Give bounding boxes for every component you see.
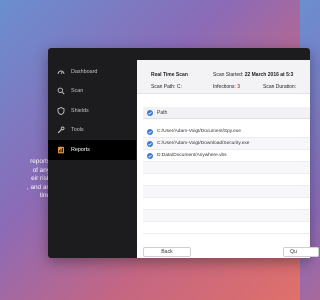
infections-count: 3 [237, 84, 240, 90]
infected-files-table: Path C:/User/Adam-Voigt/Document/Spy.exe… [143, 107, 310, 234]
wrench-icon [57, 126, 65, 134]
sidebar-item-label: Shields [71, 107, 89, 114]
table-row-empty [143, 186, 310, 198]
quarantine-button[interactable]: Qu [283, 247, 319, 257]
table-row-empty [143, 222, 310, 234]
table-row-empty [143, 210, 310, 222]
back-button[interactable]: Back [143, 247, 191, 257]
sidebar-item-dashboard[interactable]: Dashboard [48, 62, 136, 82]
scan-duration-label: Scan Duration: [263, 84, 297, 90]
row-checkbox[interactable] [147, 128, 153, 135]
promo-line: of any [32, 166, 50, 174]
promo-line: reports [30, 158, 50, 165]
scan-path-label: Scan Path: [151, 84, 176, 90]
sidebar-item-shields[interactable]: Shields [48, 101, 136, 121]
sidebar-item-label: Tools [71, 127, 84, 134]
file-path: C:/User/Adam-Voigt/Document/Spy.exe [157, 129, 241, 134]
sidebar-item-label: Scan [71, 88, 84, 95]
promo-line: tine [39, 192, 50, 200]
table-row[interactable]: C:/User/Adam-Voigt/Document/Spy.exe [143, 126, 310, 138]
sidebar: Dashboard Scan Shields Tools Reports [48, 62, 136, 160]
scan-title: Real Time Scan [151, 72, 188, 78]
sidebar-item-reports[interactable]: Reports [48, 140, 136, 160]
table-row-empty [143, 174, 310, 186]
select-all-checkbox[interactable] [147, 109, 153, 116]
app-window: Dashboard Scan Shields Tools Reports Rea… [48, 48, 319, 258]
sidebar-item-scan[interactable]: Scan [48, 82, 136, 102]
table-row-empty [143, 198, 310, 210]
search-icon [57, 87, 65, 95]
row-checkbox[interactable] [147, 140, 153, 147]
scan-summary-header: Real Time Scan Scan Path: C: Scan Starte… [137, 60, 310, 94]
dashboard-icon [57, 68, 65, 76]
table-header: Path [143, 107, 310, 119]
sidebar-item-tools[interactable]: Tools [48, 121, 136, 141]
file-path: C:/User/Adam-Voigt/Download/Security.exe [157, 141, 250, 146]
table-row[interactable]: C:/User/Adam-Voigt/Download/Security.exe [143, 138, 310, 150]
report-icon [57, 146, 65, 154]
shield-icon [57, 106, 65, 115]
infections-label: Infections: [213, 84, 236, 90]
scan-path-value: C: [176, 84, 182, 90]
file-path: D:Data/Document/Anywhere.vbs [157, 153, 227, 158]
promo-text: reports of any eir risk , and an tine [0, 158, 50, 201]
promo-line: eir risk [31, 175, 50, 183]
promo-line: , and an [26, 183, 50, 191]
table-row[interactable]: D:Data/Document/Anywhere.vbs [143, 150, 310, 162]
scan-started-value: 22 March 2016 at 5:3 [244, 72, 294, 78]
scan-path: Scan Path: C: [151, 84, 182, 90]
infections: Infections: 3 [213, 84, 240, 90]
path-column-header: Path [157, 109, 168, 116]
report-panel: Real Time Scan Scan Path: C: Scan Starte… [137, 60, 319, 258]
row-checkbox[interactable] [147, 152, 153, 159]
sidebar-item-label: Dashboard [71, 68, 98, 75]
scan-started-label: Scan Started: [213, 72, 244, 78]
scan-started: Scan Started: 22 March 2016 at 5:3 [213, 72, 293, 78]
sidebar-item-label: Reports [71, 146, 90, 153]
scan-duration: Scan Duration: [263, 84, 296, 90]
table-row-empty [143, 162, 310, 174]
